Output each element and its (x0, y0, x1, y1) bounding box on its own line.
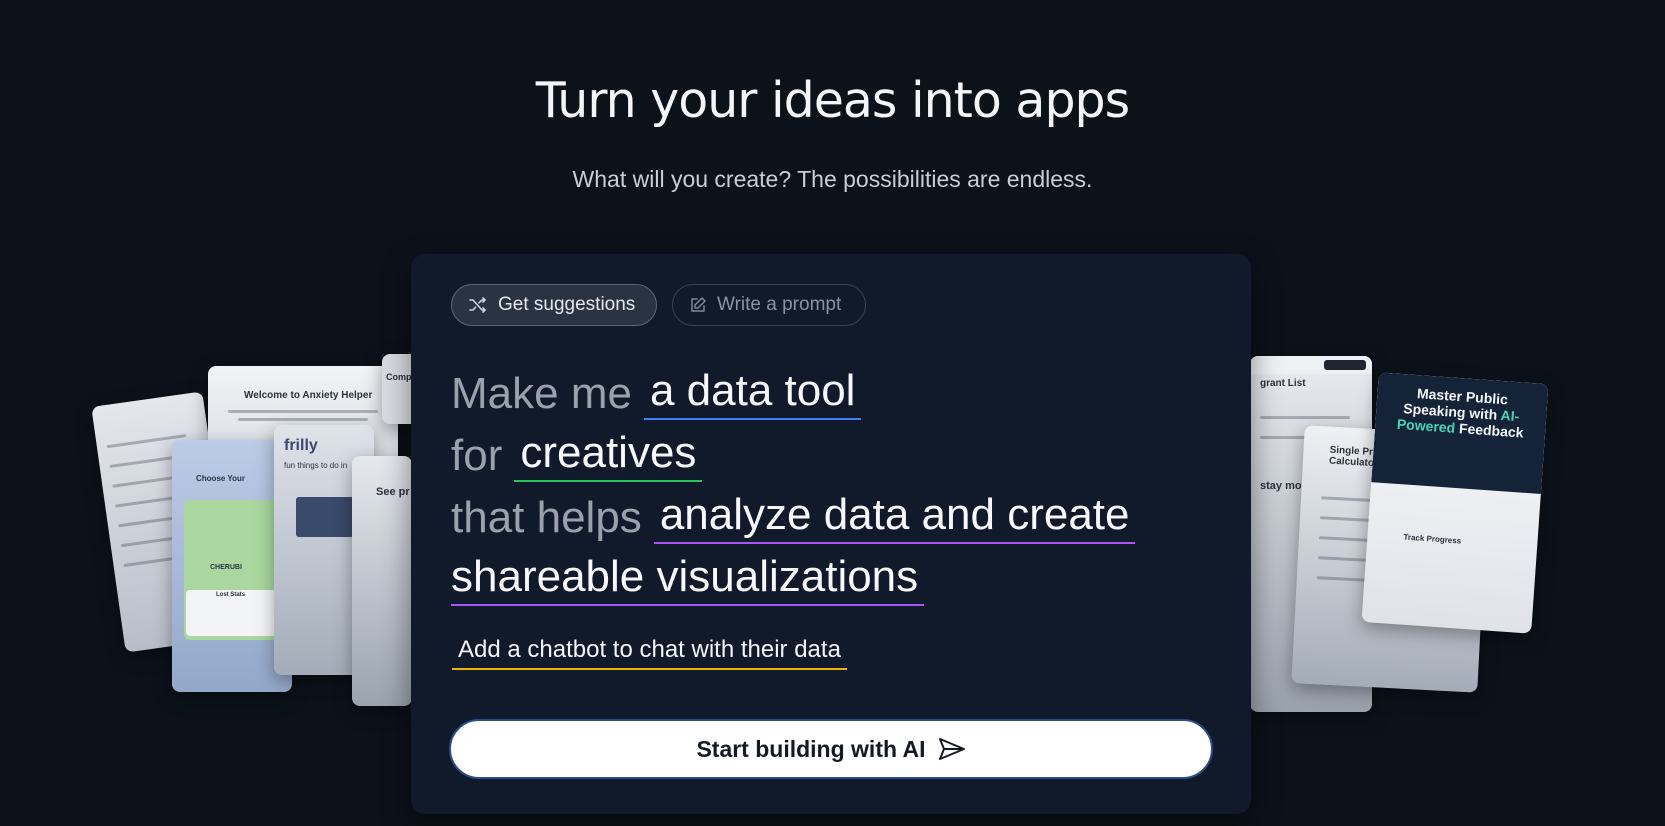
get-suggestions-label: Get suggestions (498, 294, 636, 315)
prompt-builder-card: Get suggestions Write a prompt Make me a… (411, 254, 1251, 814)
app-preview-card: Master Public Speaking with AI-Powered F… (1361, 372, 1549, 634)
send-icon (938, 738, 965, 760)
app-type-selector[interactable]: a data tool (643, 365, 862, 420)
prompt-connector: for (451, 431, 503, 480)
preview-card-headline: Master Public Speaking with AI-Powered F… (1396, 385, 1525, 441)
extra-feature-selector[interactable]: Add a chatbot to chat with their data (452, 636, 847, 670)
shuffle-icon (469, 297, 486, 313)
page-subtitle: What will you create? The possibilities … (572, 166, 1093, 192)
get-suggestions-tab[interactable]: Get suggestions (451, 284, 657, 326)
preview-card-title: Choose Your (196, 474, 246, 483)
write-prompt-tab[interactable]: Write a prompt (672, 284, 866, 326)
preview-card-label: fun things to do in (284, 461, 348, 470)
preview-card-label: CHERUBI (210, 564, 242, 571)
preview-card-title: Comp (386, 372, 412, 382)
purpose-selector[interactable]: analyze data and create (653, 489, 1136, 544)
prompt-prefix: Make me (451, 369, 632, 418)
prompt-connector: that helps (451, 493, 642, 542)
preview-card-label: Lost Stats (216, 592, 246, 598)
preview-card-title: grant List (1260, 378, 1306, 389)
audience-selector[interactable]: creatives (514, 427, 703, 482)
purpose-selector-continued[interactable]: shareable visualizations (451, 551, 925, 606)
preview-card-label: Track Progress (1403, 532, 1462, 546)
start-building-button[interactable]: Start building with AI (449, 719, 1213, 779)
app-preview-card: See pr (352, 456, 412, 706)
preview-card-logo: frilly (284, 437, 318, 454)
preview-card-title: See pr (376, 486, 410, 498)
write-prompt-label: Write a prompt (717, 294, 842, 315)
page-title: Turn your ideas into apps (535, 72, 1130, 129)
start-building-label: Start building with AI (696, 735, 926, 762)
landing-page: Turn your ideas into apps What will you … (0, 0, 1665, 826)
preview-headline-accent: AI-Powered (1396, 406, 1520, 436)
prompt-sentence: Make me a data tool for creatives that h… (451, 358, 1231, 606)
preview-card-title: Welcome to Anxiety Helper (244, 390, 373, 401)
edit-icon (691, 297, 706, 312)
